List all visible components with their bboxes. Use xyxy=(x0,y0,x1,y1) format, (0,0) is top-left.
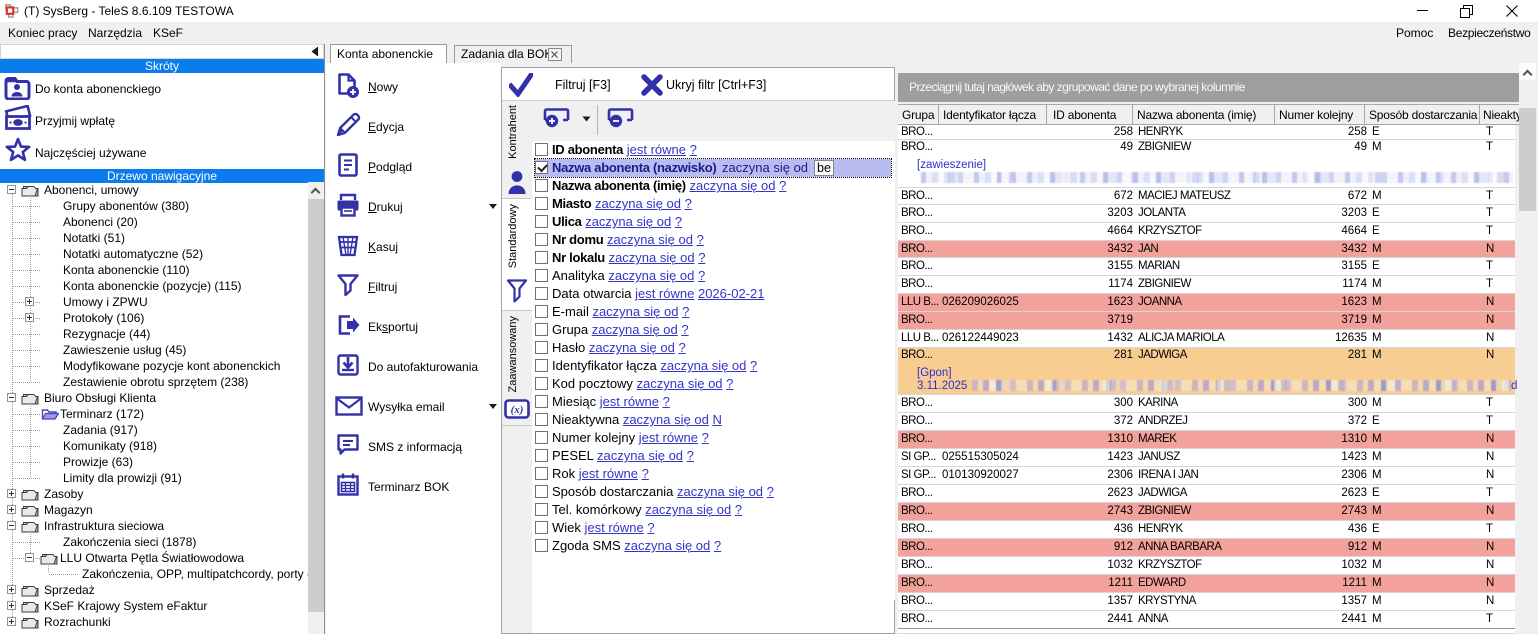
svg-text:(x): (x) xyxy=(511,404,524,416)
